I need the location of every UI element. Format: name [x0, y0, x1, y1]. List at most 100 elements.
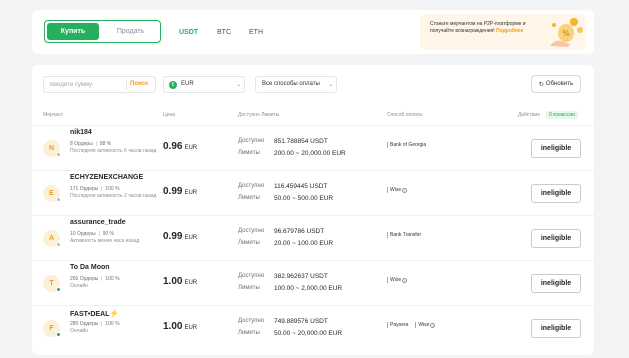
currency-select[interactable]: € EUR ⌄: [163, 76, 245, 93]
merchant-name[interactable]: FAST•DEAL⚡: [70, 309, 119, 318]
merchant-stats: 10 Ордеры 90 %: [70, 231, 114, 237]
available-label: Доступно: [238, 138, 265, 144]
offer-row: E ECHYZENEXCHANGE 171 Ордеры 100 % Последняя…: [32, 170, 594, 215]
merchant-stats: 280 Ордеры 100 %: [70, 321, 120, 327]
merchant-name-text: To Da Moon: [70, 264, 110, 271]
completion-rate: 100 %: [105, 321, 120, 327]
available-amount: 116.459445 USDT: [274, 183, 328, 190]
price-value: 1.00: [163, 321, 183, 332]
divider: [95, 141, 97, 146]
info-icon[interactable]: i: [402, 188, 408, 193]
limits-range: 50.00 ~ 20,000.00 EUR: [274, 330, 343, 337]
divider: [126, 80, 127, 90]
divider: [101, 276, 103, 281]
completion-rate: 88 %: [99, 141, 112, 147]
completion-rate: 100 %: [105, 186, 120, 192]
avatar-initial: N: [48, 145, 55, 152]
divider: [101, 186, 103, 191]
search-button[interactable]: Поиск: [130, 81, 148, 87]
available-amount: 851.788854 USDT: [274, 138, 328, 145]
completion-rate: 100 %: [105, 276, 120, 282]
avatar-initial: F: [49, 325, 54, 332]
merchant-name-text: ECHYZENEXCHANGE: [70, 174, 144, 181]
info-icon[interactable]: i: [430, 323, 436, 328]
price-currency: EUR: [184, 325, 198, 331]
chevron-down-icon: ⌄: [328, 82, 334, 88]
merchant-coins-illustration: %: [550, 18, 583, 47]
avatar-initial: T: [49, 280, 54, 287]
divider: [101, 321, 103, 326]
buy-tab[interactable]: Купить: [47, 23, 99, 40]
offer-row: F FAST•DEAL⚡ 280 Ордеры 100 % Онлайн 1.00 EUR Д…: [32, 305, 594, 350]
price-currency: EUR: [184, 280, 198, 286]
ineligible-button[interactable]: ineligible: [531, 319, 581, 338]
amount-filter: Поиск: [43, 76, 156, 93]
limits-range: 20.00 ~ 100.00 EUR: [274, 240, 334, 247]
limits-range: 200.00 ~ 20,000.00 EUR: [274, 150, 346, 157]
promo-text: Станьте мерчантом на P2P-платформе и пол…: [430, 21, 538, 35]
offers-card: Поиск € EUR ⌄ Все способы оплаты ⌄ ↻ Обн…: [32, 65, 594, 355]
status-dot: [56, 242, 61, 247]
limits-label: Лимиты: [238, 240, 260, 246]
last-activity: Последняя активность 6 часов назад: [70, 148, 157, 154]
price-value: 0.99: [163, 186, 183, 197]
payment-methods: Paysera Wise i: [387, 322, 442, 328]
avatar: N: [43, 140, 61, 157]
avatar: T: [43, 275, 61, 292]
merchant-name[interactable]: assurance_trade: [70, 219, 126, 226]
svg-text:%: %: [562, 29, 570, 38]
price-value: 1.00: [163, 276, 183, 287]
payment-method-select[interactable]: Все способы оплаты ⌄: [255, 76, 337, 93]
payment-method-value: Все способы оплаты: [262, 81, 320, 87]
status-dot: [56, 332, 61, 337]
limits-label: Лимиты: [238, 285, 260, 291]
orders-count: 8 Ордеры: [70, 141, 93, 147]
refresh-button[interactable]: ↻ Обновить: [531, 75, 581, 93]
euro-icon: €: [169, 81, 177, 89]
status-dot: [56, 152, 61, 157]
price-currency: EUR: [184, 145, 198, 151]
crypto-tab-eth[interactable]: ETH: [249, 29, 263, 36]
offer-price: 1.00 EUR: [163, 276, 197, 287]
merchant-promo-banner[interactable]: Станьте мерчантом на P2P-платформе и пол…: [420, 14, 586, 50]
payment-method-name: Wise: [390, 187, 402, 193]
crypto-tab-usdt[interactable]: USDT: [179, 29, 198, 36]
payment-method-name: Paysera: [390, 322, 409, 328]
payment-method-tag: Wise i: [387, 277, 408, 283]
payment-methods: Bank Transfer: [387, 232, 428, 238]
merchant-name[interactable]: nik184: [70, 129, 92, 136]
crypto-tab-btc[interactable]: BTC: [217, 29, 231, 36]
merchant-name[interactable]: ECHYZENEXCHANGE: [70, 174, 143, 181]
merchant-name[interactable]: To Da Moon: [70, 264, 110, 271]
offer-row: T To Da Moon 260 Ордеры 100 % Онлайн 1.00 EUR Д…: [32, 260, 594, 305]
last-activity: Активность менее часа назад: [70, 238, 140, 244]
zero-fee-badge: 0 комиссии: [546, 111, 579, 119]
column-action: Действие: [518, 112, 540, 118]
avatar-initial: E: [49, 190, 54, 197]
ineligible-button[interactable]: ineligible: [531, 139, 581, 158]
ineligible-button[interactable]: ineligible: [531, 184, 581, 203]
limits-range: 50.00 ~ 500.00 EUR: [274, 195, 334, 202]
offer-price: 0.99 EUR: [163, 231, 197, 242]
promo-more-link[interactable]: Подробнее: [496, 28, 524, 34]
limits-label: Лимиты: [238, 330, 260, 336]
payment-method-name: Wise: [418, 322, 430, 328]
price-value: 0.96: [163, 141, 183, 152]
payment-methods: Wise i: [387, 187, 414, 193]
sell-tab[interactable]: Продать: [103, 23, 158, 40]
offer-price: 0.96 EUR: [163, 141, 197, 152]
ineligible-button[interactable]: ineligible: [531, 229, 581, 248]
ineligible-button[interactable]: ineligible: [531, 274, 581, 293]
lightning-icon: ⚡: [109, 309, 120, 318]
limits-label: Лимиты: [238, 150, 260, 156]
offer-price: 1.00 EUR: [163, 321, 197, 332]
info-icon[interactable]: i: [402, 278, 408, 283]
amount-input[interactable]: [50, 80, 120, 90]
last-activity: Онлайн: [70, 328, 88, 334]
orders-count: 10 Ордеры: [70, 231, 96, 237]
payment-method-tag: Bank Transfer: [387, 232, 421, 238]
payment-method-name: Bank Transfer: [390, 232, 422, 238]
price-currency: EUR: [184, 235, 198, 241]
payment-method-tag: Paysera: [387, 322, 408, 328]
completion-rate: 90 %: [102, 231, 114, 237]
